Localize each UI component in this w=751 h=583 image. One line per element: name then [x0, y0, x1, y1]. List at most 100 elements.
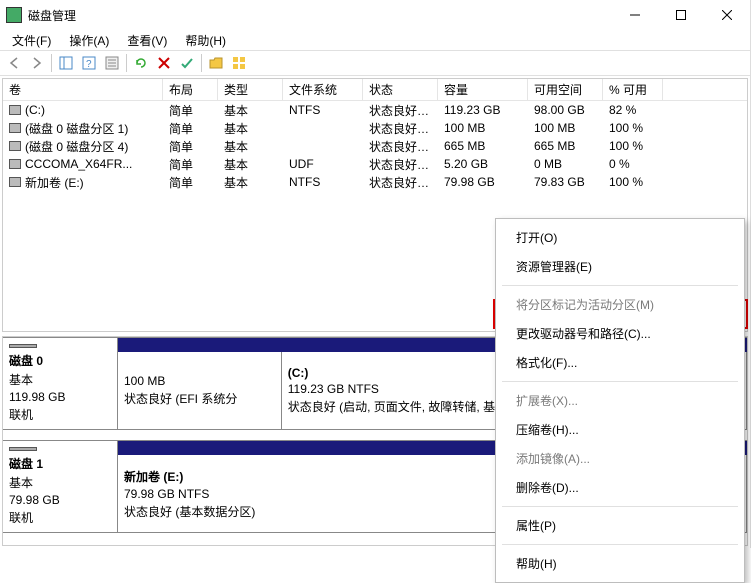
disk-type: 基本 [9, 371, 111, 388]
toolbar-delete[interactable] [153, 52, 175, 74]
maximize-icon [676, 10, 686, 20]
disk-label: 磁盘 0 [9, 352, 111, 369]
volume-name: 新加卷 (E:) [3, 172, 163, 193]
ctx-help[interactable]: 帮助(H) [500, 549, 740, 578]
volume-filesystem [283, 126, 363, 130]
partition-cell[interactable]: 100 MB状态良好 (EFI 系统分 [118, 352, 282, 429]
volume-free: 79.83 GB [528, 173, 603, 191]
volume-list-header: 卷 布局 类型 文件系统 状态 容量 可用空间 % 可用 [3, 79, 747, 101]
toolbar-refresh[interactable] [130, 52, 152, 74]
volume-status: 状态良好 (... [363, 172, 438, 193]
volume-row[interactable]: (C:)简单基本NTFS状态良好 (...119.23 GB98.00 GB82… [3, 101, 747, 119]
volume-row[interactable]: (磁盘 0 磁盘分区 1)简单基本状态良好 (...100 MB100 MB10… [3, 119, 747, 137]
ctx-explorer[interactable]: 资源管理器(E) [500, 252, 740, 281]
volume-capacity: 100 MB [438, 119, 528, 137]
volume-row[interactable]: (磁盘 0 磁盘分区 4)简单基本状态良好 (...665 MB665 MB10… [3, 137, 747, 155]
volume-name: (磁盘 0 磁盘分区 4) [3, 136, 163, 157]
close-button[interactable] [704, 0, 750, 30]
menu-bar: 文件(F) 操作(A) 查看(V) 帮助(H) [0, 30, 750, 50]
toolbar-settings[interactable] [176, 52, 198, 74]
disk-label: 磁盘 1 [9, 455, 111, 472]
col-pctfree[interactable]: % 可用 [603, 79, 663, 100]
check-icon [180, 56, 194, 70]
col-free[interactable]: 可用空间 [528, 79, 603, 100]
ctx-open[interactable]: 打开(O) [500, 223, 740, 252]
menu-help[interactable]: 帮助(H) [177, 31, 234, 50]
volume-filesystem [283, 144, 363, 148]
col-capacity[interactable]: 容量 [438, 79, 528, 100]
volume-row[interactable]: CCCOMA_X64FR...简单基本UDF状态良好 (...5.20 GB0 … [3, 155, 747, 173]
volume-free: 100 MB [528, 119, 603, 137]
partition-size: 100 MB [124, 374, 275, 388]
menu-view[interactable]: 查看(V) [119, 31, 175, 50]
refresh-icon [134, 56, 148, 70]
disk-type: 基本 [9, 474, 111, 491]
volume-free: 0 MB [528, 155, 603, 173]
volume-name: (C:) [3, 101, 163, 119]
maximize-button[interactable] [658, 0, 704, 30]
ctx-separator [502, 506, 738, 507]
volume-pctfree: 100 % [603, 173, 663, 191]
ctx-shrink[interactable]: 压缩卷(H)... [500, 415, 740, 444]
folder-icon [209, 56, 223, 70]
help-icon: ? [82, 56, 96, 70]
col-filesystem[interactable]: 文件系统 [283, 79, 363, 100]
ctx-properties[interactable]: 属性(P) [500, 511, 740, 540]
arrow-right-icon [30, 56, 44, 70]
toolbar-forward[interactable] [26, 52, 48, 74]
volume-row[interactable]: 新加卷 (E:)简单基本NTFS状态良好 (...79.98 GB79.83 G… [3, 173, 747, 191]
toolbar: ? [0, 50, 750, 76]
toolbar-properties[interactable] [101, 52, 123, 74]
volume-type: 基本 [218, 172, 283, 193]
tree-icon [59, 56, 73, 70]
volume-filesystem: UDF [283, 155, 363, 173]
disk-status: 联机 [9, 406, 111, 423]
volume-pctfree: 0 % [603, 155, 663, 173]
close-icon [722, 10, 732, 20]
volume-icon [9, 105, 21, 115]
ctx-mirror: 添加镜像(A)... [500, 444, 740, 473]
x-icon [157, 56, 171, 70]
window-title: 磁盘管理 [28, 7, 612, 24]
volume-free: 98.00 GB [528, 101, 603, 119]
menu-action[interactable]: 操作(A) [61, 31, 117, 50]
col-volume[interactable]: 卷 [3, 79, 163, 100]
titlebar: 磁盘管理 [0, 0, 750, 30]
toolbar-tree[interactable] [55, 52, 77, 74]
volume-pctfree: 100 % [603, 137, 663, 155]
volume-capacity: 119.23 GB [438, 101, 528, 119]
ctx-mark-active: 将分区标记为活动分区(M) [500, 290, 740, 319]
ctx-extend: 扩展卷(X)... [500, 386, 740, 415]
minimize-button[interactable] [612, 0, 658, 30]
properties-icon [105, 56, 119, 70]
col-layout[interactable]: 布局 [163, 79, 218, 100]
ctx-separator [502, 285, 738, 286]
disk-icon [9, 344, 37, 348]
toolbar-separator [126, 54, 127, 72]
volume-name: CCCOMA_X64FR... [3, 155, 163, 173]
ctx-change-letter[interactable]: 更改驱动器号和路径(C)... [500, 319, 740, 348]
toolbar-back[interactable] [3, 52, 25, 74]
disk-meta[interactable]: 磁盘 0 基本 119.98 GB 联机 [3, 338, 118, 429]
toolbar-help[interactable]: ? [78, 52, 100, 74]
ctx-format[interactable]: 格式化(F)... [500, 348, 740, 377]
volume-filesystem: NTFS [283, 173, 363, 191]
volume-icon [9, 141, 21, 151]
toolbar-folder[interactable] [205, 52, 227, 74]
col-status[interactable]: 状态 [363, 79, 438, 100]
minimize-icon [630, 10, 640, 20]
col-type[interactable]: 类型 [218, 79, 283, 100]
toolbar-separator [51, 54, 52, 72]
ctx-separator [502, 544, 738, 545]
toolbar-separator [201, 54, 202, 72]
toolbar-view2[interactable] [228, 52, 250, 74]
context-menu: 打开(O) 资源管理器(E) 将分区标记为活动分区(M) 更改驱动器号和路径(C… [495, 218, 745, 583]
volume-icon [9, 177, 21, 187]
arrow-left-icon [7, 56, 21, 70]
disk-size: 119.98 GB [9, 390, 111, 404]
menu-file[interactable]: 文件(F) [4, 31, 59, 50]
disk-meta[interactable]: 磁盘 1基本79.98 GB联机 [3, 441, 118, 532]
ctx-separator [502, 381, 738, 382]
ctx-delete[interactable]: 删除卷(D)... [500, 473, 740, 502]
volume-layout: 简单 [163, 172, 218, 193]
